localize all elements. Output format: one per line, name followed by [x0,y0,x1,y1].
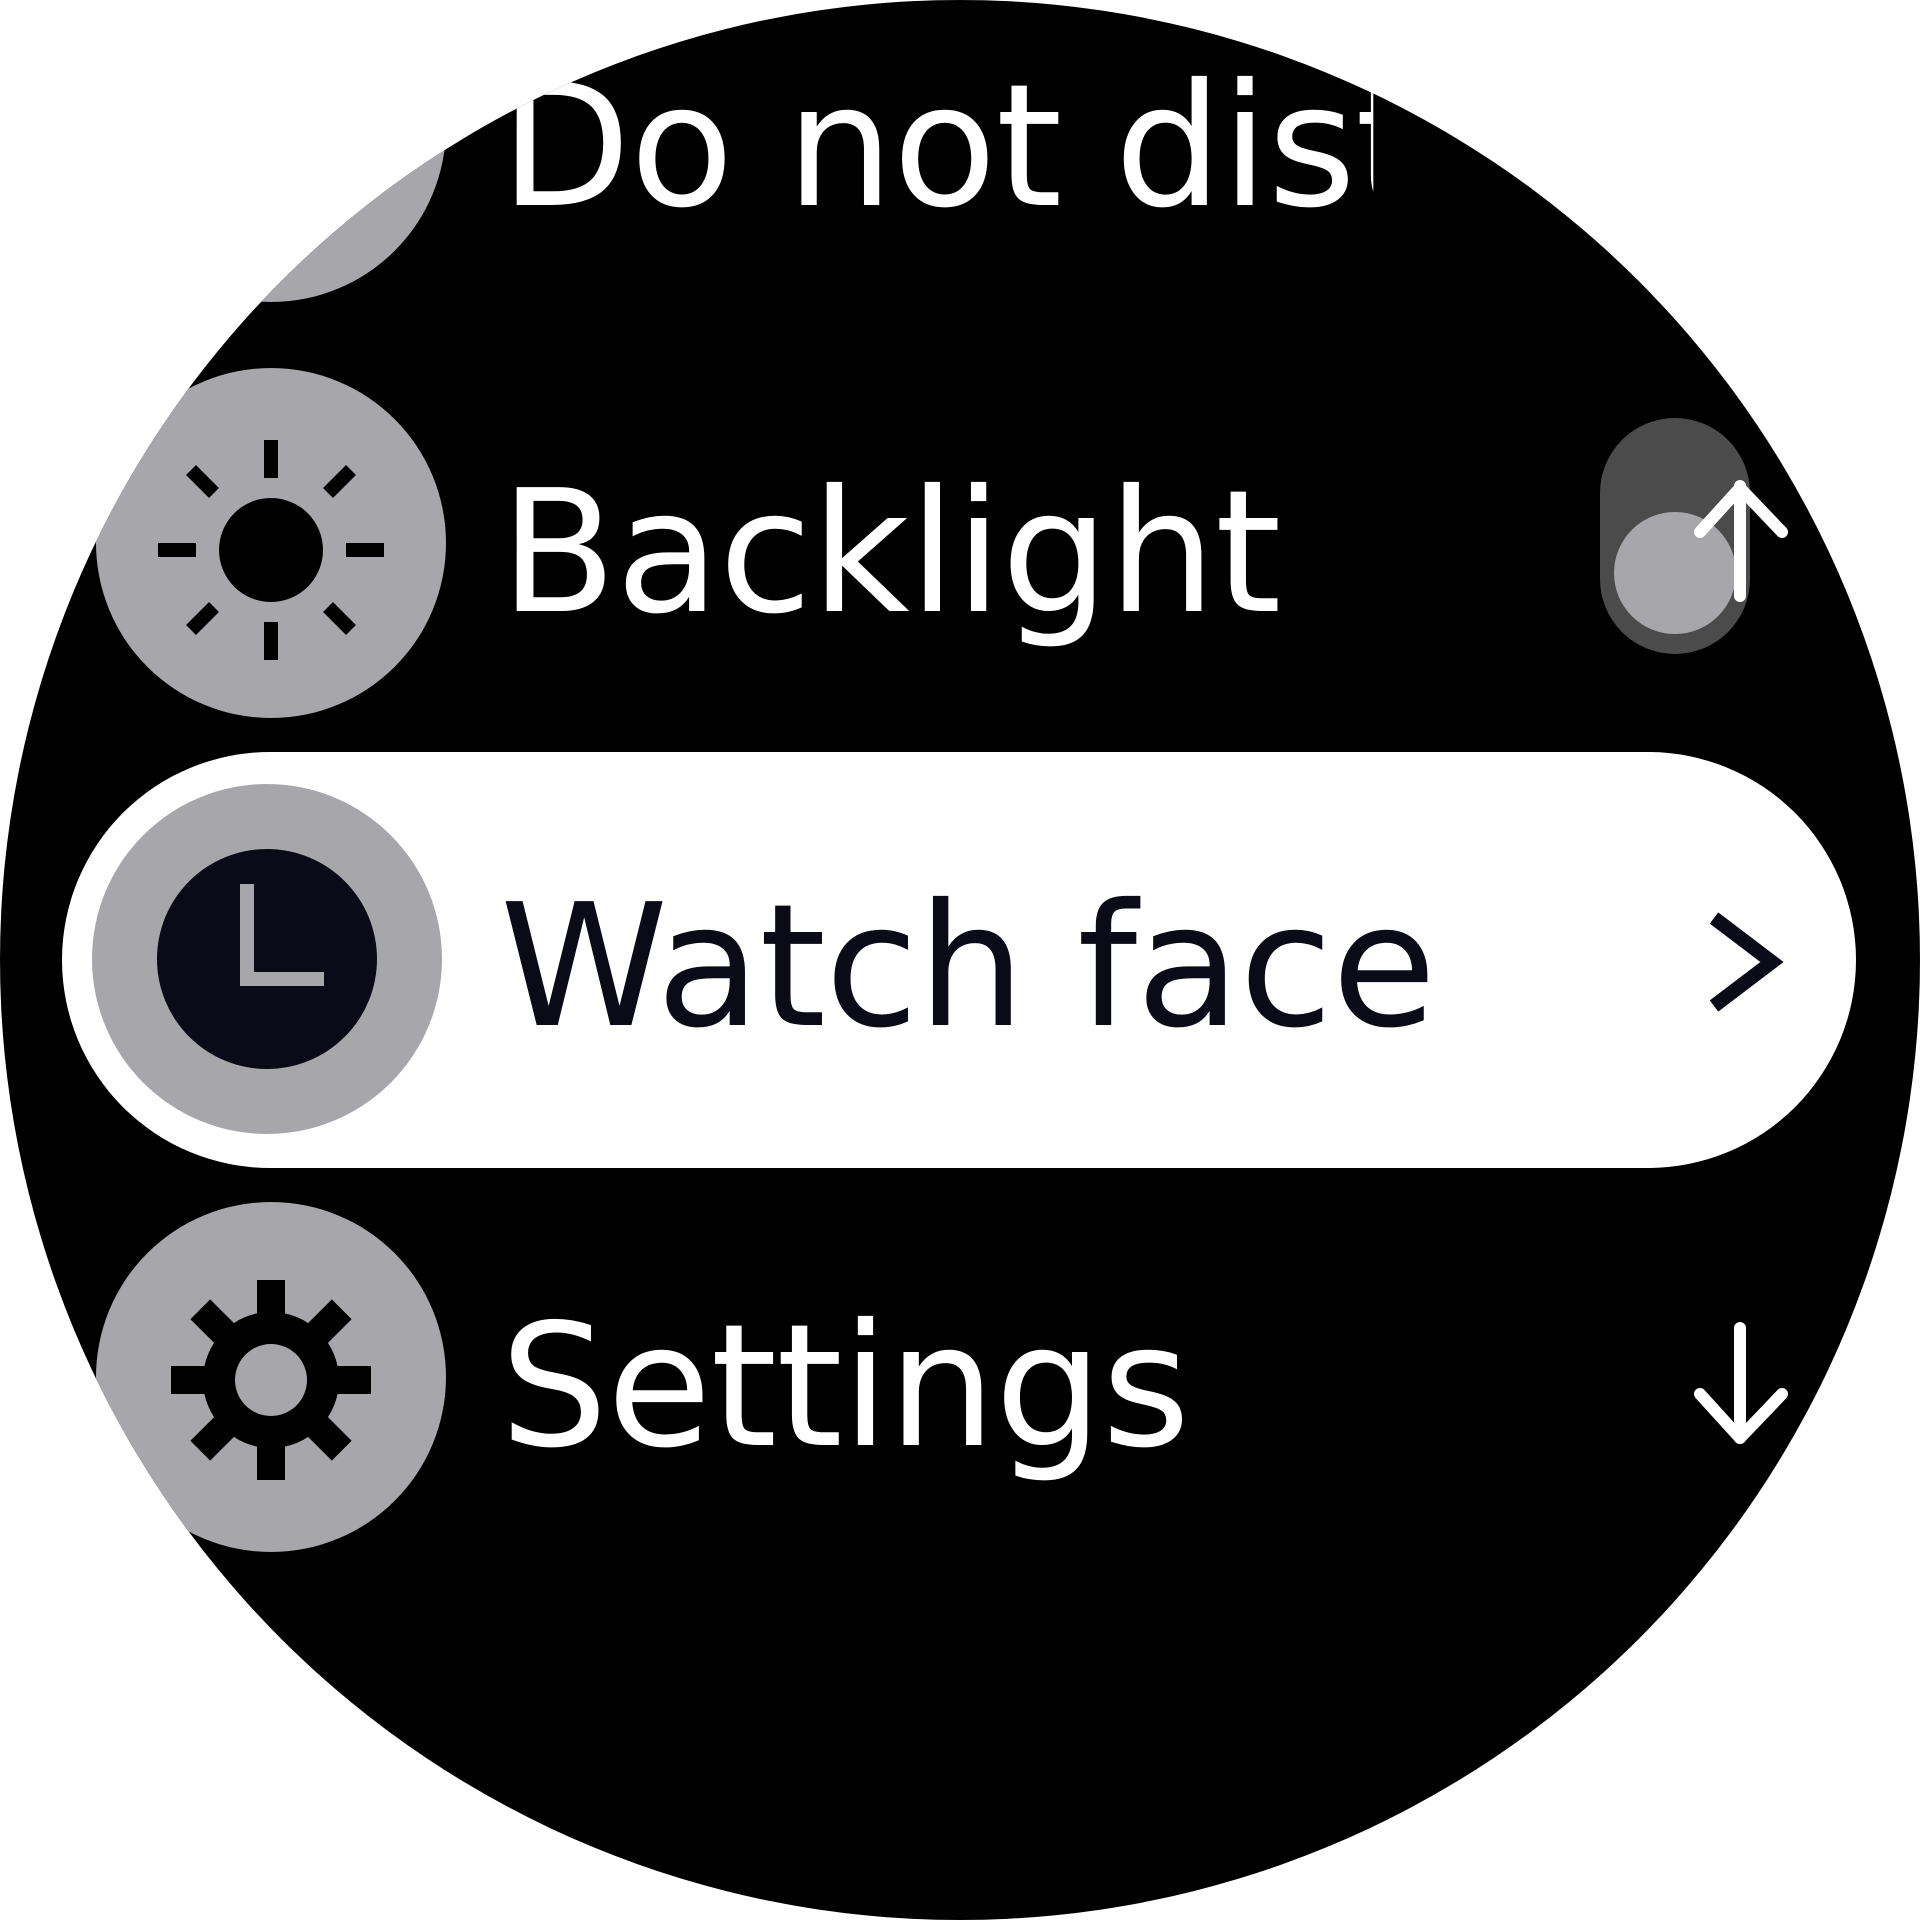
menu-item-label: Watch face [500,868,1436,1066]
clock-icon [157,849,377,1069]
menu-item-do-not-disturb[interactable]: Do not disturb [0,0,1920,320]
up-arrow-icon[interactable] [1688,474,1798,604]
menu-item-label: Backlight [500,454,1281,652]
menu-item-label: Do not disturb [500,48,1704,246]
menu-item-watch-face[interactable]: Watch face [0,752,1920,1168]
down-arrow-icon[interactable] [1688,1320,1798,1450]
watch-screen: Do not disturb Backlight Watch face Sett… [0,0,1920,1920]
gear-icon-circle [96,1202,446,1552]
gear-icon [171,1280,371,1480]
menu-item-label: Settings [500,1288,1190,1486]
menu-item-settings[interactable]: Settings [0,1190,1920,1570]
chevron-right-icon [1709,912,1784,1012]
sun-icon [158,440,384,660]
do-not-disturb-icon [96,0,446,302]
sun-icon-circle [96,368,446,718]
clock-icon-circle [92,784,442,1134]
